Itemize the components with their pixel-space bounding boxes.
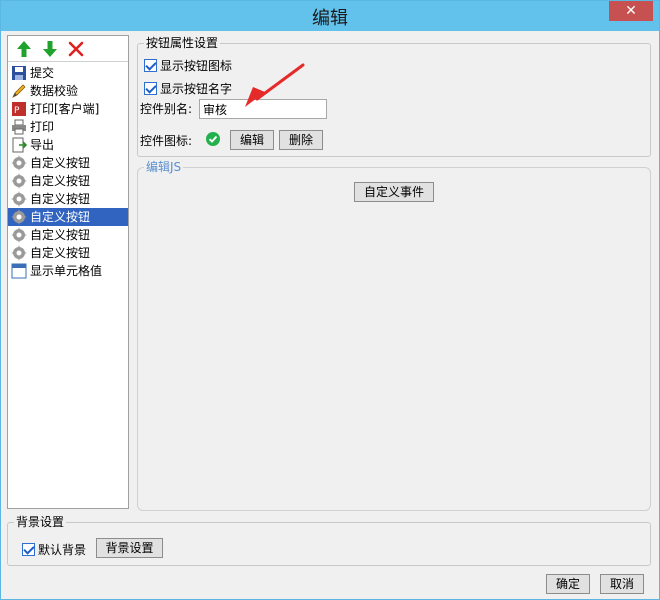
- list-item-label: 自定义按钮: [30, 156, 91, 170]
- list-item-label: 打印: [30, 120, 55, 134]
- close-button[interactable]: ✕: [609, 1, 653, 21]
- list-item-label: 显示单元格值: [30, 264, 103, 278]
- list-item-label: 提交: [30, 66, 55, 80]
- background-settings-button[interactable]: 背景设置: [96, 538, 163, 558]
- default-background-label: 默认背景: [38, 542, 87, 557]
- printer-icon: [12, 119, 26, 135]
- list-toolbar: [8, 36, 128, 62]
- title-bar[interactable]: 编辑 ✕: [1, 1, 659, 31]
- properties-group-title: 按钮属性设置: [144, 36, 221, 50]
- list-item[interactable]: 自定义按钮: [8, 226, 128, 244]
- gear-icon: [11, 191, 27, 207]
- list-item[interactable]: 打印: [8, 118, 128, 136]
- show-icon-checkbox[interactable]: 显示按钮图标: [144, 57, 232, 73]
- show-name-checkbox[interactable]: 显示按钮名字: [144, 80, 232, 96]
- delete-icon-button[interactable]: 删除: [279, 130, 323, 150]
- show-icon-label: 显示按钮图标: [160, 58, 233, 73]
- export-icon: [12, 137, 27, 153]
- list-item[interactable]: 自定义按钮: [8, 244, 128, 262]
- annotation-arrow-icon: [245, 63, 305, 107]
- window-title: 编辑: [312, 8, 348, 29]
- button-list-panel: 提交 数据校验 P 打印[客户端] 打印 导出 自定义按钮 自定义按钮 自定义按钮 自定义按钮 自定…: [7, 35, 129, 509]
- gear-icon: [11, 209, 27, 225]
- list-item[interactable]: 自定义按钮: [8, 190, 128, 208]
- icon-label: 控件图标:: [140, 134, 193, 148]
- cell-icon: [11, 263, 27, 279]
- save-icon: [12, 66, 26, 80]
- show-name-check[interactable]: [144, 81, 157, 95]
- list-item[interactable]: 数据校验: [8, 82, 128, 100]
- arrow-up-icon[interactable]: [14, 39, 34, 59]
- ok-button[interactable]: 确定: [546, 574, 590, 594]
- list-item[interactable]: 导出: [8, 136, 128, 154]
- custom-event-button[interactable]: 自定义事件: [354, 182, 434, 202]
- arrow-down-icon[interactable]: [40, 39, 60, 59]
- delete-icon[interactable]: [66, 39, 86, 59]
- list-item[interactable]: 自定义按钮: [8, 172, 128, 190]
- print-client-icon: P: [12, 102, 26, 116]
- show-icon-check[interactable]: [144, 58, 157, 72]
- edit-js-panel: 编辑JS: [137, 159, 651, 511]
- button-list: 提交 数据校验 P 打印[客户端] 打印 导出 自定义按钮 自定义按钮 自定义按钮 自定义按钮 自定…: [8, 64, 128, 280]
- gear-icon: [11, 245, 27, 261]
- show-name-label: 显示按钮名字: [160, 81, 233, 96]
- list-item[interactable]: 自定义按钮: [8, 208, 128, 226]
- gear-icon: [11, 227, 27, 243]
- cancel-button[interactable]: 取消: [600, 574, 644, 594]
- default-background-check[interactable]: [22, 542, 35, 556]
- edit-icon-button[interactable]: 编辑: [230, 130, 274, 150]
- list-item[interactable]: P 打印[客户端]: [8, 100, 128, 118]
- list-item-label: 自定义按钮: [30, 246, 91, 260]
- alias-label: 控件别名:: [140, 102, 193, 116]
- gear-icon: [11, 155, 27, 171]
- check-circle-icon: [206, 132, 220, 146]
- list-item[interactable]: 显示单元格值: [8, 262, 128, 280]
- list-item-label: 自定义按钮: [30, 228, 91, 242]
- background-group-title: 背景设置: [14, 515, 67, 529]
- svg-text:P: P: [14, 106, 20, 116]
- list-item[interactable]: 提交: [8, 64, 128, 82]
- gear-icon: [11, 173, 27, 189]
- list-item-label: 自定义按钮: [30, 174, 91, 188]
- list-item[interactable]: 自定义按钮: [8, 154, 128, 172]
- list-item-label: 自定义按钮: [30, 210, 91, 224]
- list-item-label: 自定义按钮: [30, 192, 91, 206]
- list-item-label: 导出: [30, 138, 55, 152]
- pencil-icon: [12, 84, 26, 98]
- list-item-label: 数据校验: [30, 84, 79, 98]
- dialog-window: 编辑 ✕ 提交 数据校验 P 打印[客户端] 打印 导出 自定义按钮 自定义按钮 自定义按钮 自定…: [0, 0, 660, 600]
- list-item-label: 打印[客户端]: [30, 102, 100, 116]
- default-background-checkbox[interactable]: 默认背景: [22, 541, 86, 557]
- edit-js-title: 编辑JS: [144, 159, 184, 175]
